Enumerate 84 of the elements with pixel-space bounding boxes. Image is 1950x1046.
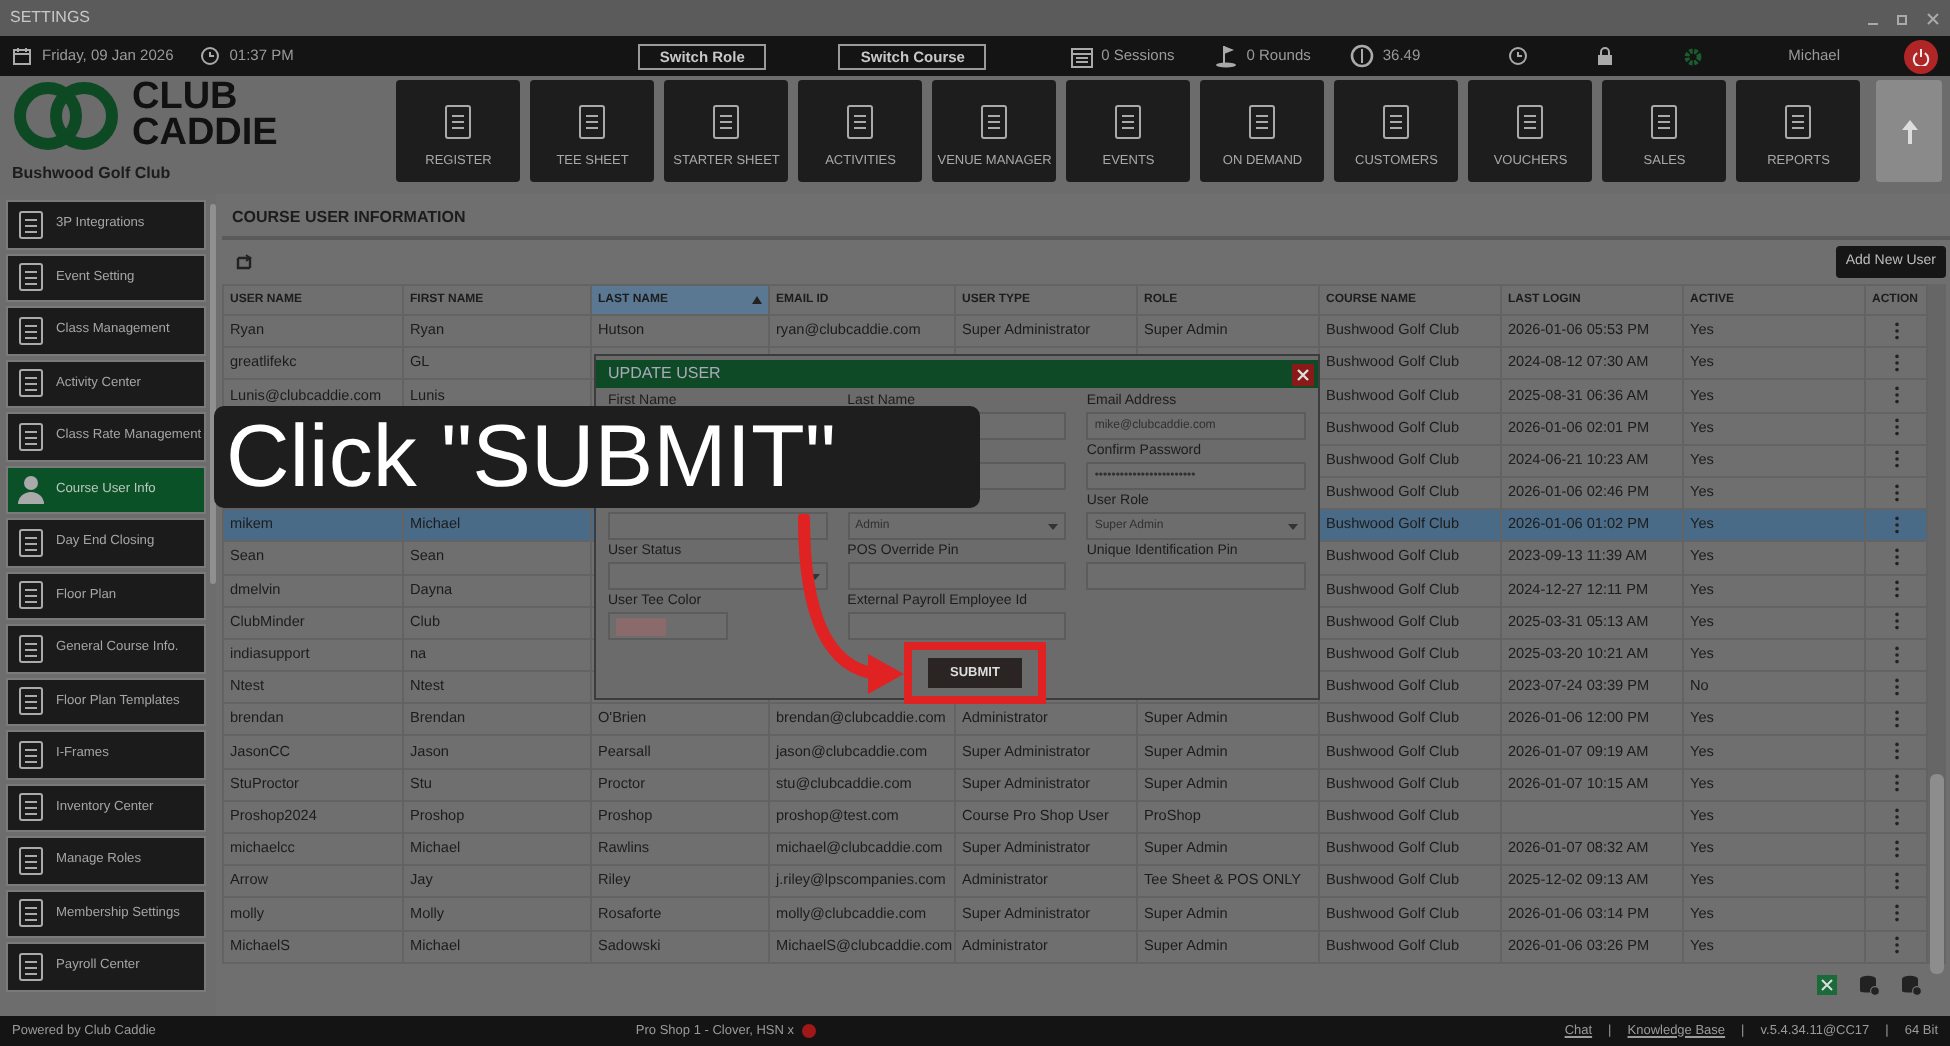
window-title: SETTINGS [10,6,91,30]
document-icon [1514,104,1547,141]
more-options-icon[interactable] [1893,677,1899,696]
more-options-icon[interactable] [1893,548,1899,567]
section-title: COURSE USER INFORMATION [222,200,1950,240]
document-icon [16,209,46,240]
more-options-icon[interactable] [1893,580,1899,599]
document-icon [16,898,46,929]
document-icon [16,580,46,611]
close-icon [1296,367,1310,381]
club-name: Bushwood Golf Club [12,162,173,187]
document-icon [442,104,475,141]
lock-icon[interactable] [1596,46,1615,66]
document-icon [576,104,609,141]
document-icon [16,633,46,664]
document-icon [16,262,46,293]
logo-text: CLUB [132,80,238,117]
calendar-icon [1069,45,1094,67]
more-options-icon[interactable] [1893,353,1899,372]
document-icon [978,104,1011,141]
close-button[interactable] [1292,363,1314,385]
document-icon [16,739,46,770]
input-field[interactable] [847,612,1067,640]
sort-arrow-icon [752,296,762,304]
more-options-icon[interactable] [1893,450,1899,469]
color-picker[interactable] [608,612,728,640]
document-icon [1782,104,1815,141]
document-icon [16,421,46,452]
clock-icon [199,46,220,66]
more-options-icon[interactable] [1893,386,1899,405]
document-icon [16,686,46,717]
logo-text: CADDIE [132,116,278,153]
instruction-tooltip: Click "SUBMIT" [214,406,980,508]
more-options-icon[interactable] [1893,515,1899,534]
more-options-icon[interactable] [1893,483,1899,502]
document-icon [1380,104,1413,141]
document-icon [1112,104,1145,141]
more-options-icon[interactable] [1893,612,1899,631]
clock-icon[interactable] [1508,46,1529,66]
document-icon [844,104,877,141]
more-options-icon[interactable] [1893,839,1899,858]
more-options-icon[interactable] [1893,807,1899,826]
restore-icon[interactable] [1896,11,1910,25]
more-options-icon[interactable] [1893,904,1899,923]
dialog-title: UPDATE USER [608,362,721,386]
caret-icon [1287,523,1298,529]
caret-icon [1048,523,1059,529]
coin-icon [1350,44,1375,68]
more-options-icon[interactable] [1893,645,1899,664]
database-icon[interactable] [1858,973,1880,996]
gear-icon[interactable] [1682,45,1705,67]
more-options-icon[interactable] [1893,936,1899,955]
up-arrow-icon [1899,117,1920,145]
scrollbar-thumb[interactable] [1930,774,1944,974]
document-icon [16,792,46,823]
logo-rings-icon [12,80,124,153]
document-icon [710,104,743,141]
more-options-icon[interactable] [1893,774,1899,793]
more-options-icon[interactable] [1893,709,1899,728]
document-icon [16,527,46,558]
more-options-icon[interactable] [1893,321,1899,340]
more-options-icon[interactable] [1893,871,1899,890]
spreadsheet-icon[interactable] [1816,973,1838,996]
power-button[interactable] [1904,39,1938,73]
document-icon [1648,104,1681,141]
database-icon[interactable] [1900,973,1922,996]
power-icon [1912,47,1930,65]
golf-flag-icon [1214,44,1239,68]
person-icon [16,474,46,505]
document-icon [16,368,46,399]
close-icon[interactable] [1926,11,1940,25]
document-icon [16,951,46,982]
more-options-icon[interactable] [1893,418,1899,437]
document-icon [16,845,46,876]
status-dot-icon [802,1024,817,1038]
document-icon [1246,104,1279,141]
document-icon [16,315,46,346]
calendar-icon [12,46,32,66]
input-field[interactable] [608,512,828,540]
caret-icon [809,573,820,579]
dropdown-field[interactable] [608,562,828,590]
scrollbar-thumb[interactable] [210,204,216,584]
refresh-icon[interactable] [234,252,254,272]
more-options-icon[interactable] [1893,742,1899,761]
